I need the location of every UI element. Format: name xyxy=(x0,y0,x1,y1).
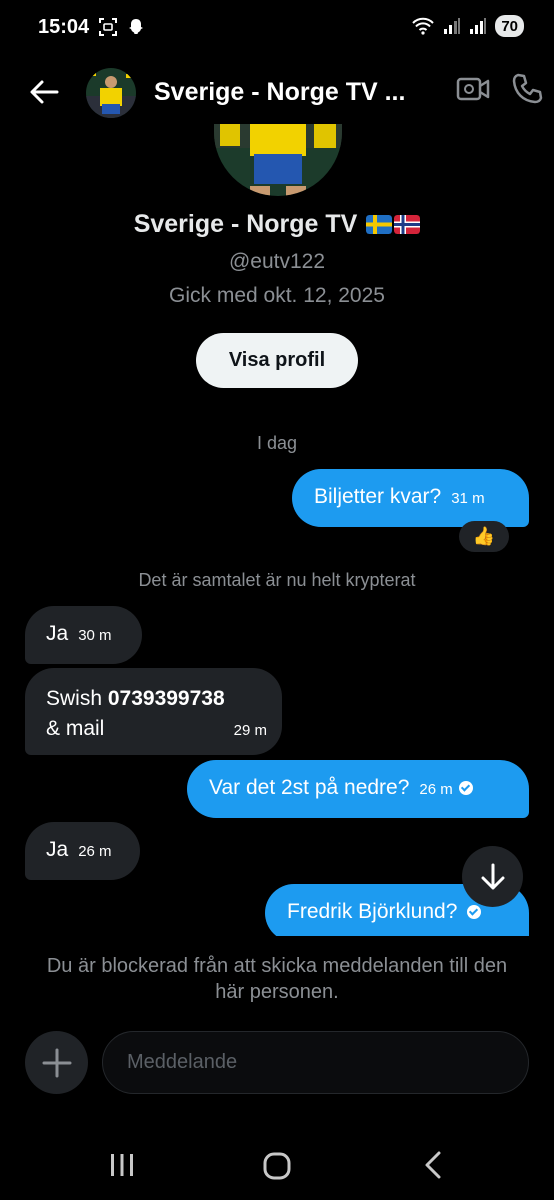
voice-call-button[interactable] xyxy=(510,72,544,111)
message-text: Fredrik Björklund? xyxy=(287,900,458,923)
snapchat-icon xyxy=(129,19,143,34)
battery-level: 70 xyxy=(501,17,518,35)
arrow-down-icon xyxy=(481,863,504,889)
message-time: 26 m xyxy=(78,843,112,860)
screenshot-icon xyxy=(99,18,117,36)
wifi-icon xyxy=(412,17,435,35)
back-button[interactable] xyxy=(26,74,62,110)
home-icon xyxy=(263,1152,291,1180)
back-arrow-icon xyxy=(30,80,59,104)
scroll-to-bottom-button[interactable] xyxy=(462,846,523,907)
signal-icon-2 xyxy=(470,18,487,34)
message-bubble-outgoing[interactable]: Var det 2st på nedre? 26 m xyxy=(187,760,529,818)
message-text: Ja xyxy=(46,622,69,645)
header-title[interactable]: Sverige - Norge TV ... xyxy=(154,78,424,107)
sweden-flag-icon xyxy=(366,215,393,234)
phone-number: 0739399738 xyxy=(107,687,225,710)
reaction-badge[interactable]: 👍 xyxy=(459,521,509,552)
battery-indicator: 70 xyxy=(495,15,524,37)
message-text-line2: & mail xyxy=(46,717,105,740)
encryption-notice: Det är samtalet är nu helt krypterat xyxy=(138,570,416,590)
profile-name: Sverige - Norge TV xyxy=(0,210,554,239)
message-time: 26 m xyxy=(419,781,453,798)
video-icon xyxy=(456,77,490,101)
phone-icon xyxy=(512,73,543,104)
profile-handle: @eutv122 xyxy=(228,250,326,273)
status-time: 15:04 xyxy=(38,16,90,38)
message-text: Var det 2st på nedre? xyxy=(209,776,410,799)
recents-icon xyxy=(111,1154,133,1176)
message-text: Biljetter kvar? xyxy=(314,485,442,508)
recents-button[interactable] xyxy=(108,1152,136,1183)
message-bubble-incoming[interactable]: Ja 30 m xyxy=(25,606,142,664)
message-bubble-outgoing[interactable]: Biljetter kvar? 31 m xyxy=(292,469,529,527)
message-text: Ja xyxy=(46,838,69,861)
message-bubble-incoming[interactable]: Ja 26 m xyxy=(25,822,140,880)
home-button[interactable] xyxy=(262,1151,292,1186)
blocked-notice: Du är blockerad från att skicka meddelan… xyxy=(46,955,508,1003)
message-time: 29 m xyxy=(233,722,267,739)
signal-icon xyxy=(444,18,461,34)
norway-flag-icon xyxy=(394,215,421,234)
nav-back-icon xyxy=(425,1151,441,1179)
plus-icon xyxy=(42,1048,71,1077)
message-time: 31 m xyxy=(451,490,485,507)
system-nav-bar xyxy=(0,1130,554,1200)
nav-back-button[interactable] xyxy=(422,1150,444,1185)
date-divider: I dag xyxy=(256,433,298,453)
view-profile-button[interactable]: Visa profil xyxy=(196,333,358,388)
thumbs-up-icon: 👍 xyxy=(472,526,496,546)
add-attachment-button[interactable] xyxy=(25,1031,88,1094)
header-avatar[interactable] xyxy=(86,68,136,118)
message-text: Swish xyxy=(46,687,108,710)
message-time: 30 m xyxy=(78,627,112,644)
read-check-icon xyxy=(458,781,473,795)
chat-header: Sverige - Norge TV ... xyxy=(0,60,554,124)
profile-joined-date: Gick med okt. 12, 2025 xyxy=(169,284,385,307)
profile-name-text: Sverige - Norge TV xyxy=(133,210,358,238)
message-input[interactable] xyxy=(102,1031,529,1094)
status-bar: 15:04 70 xyxy=(0,0,554,54)
message-bubble-incoming[interactable]: Swish 0739399738 & mail 29 m xyxy=(25,668,282,755)
read-check-icon xyxy=(467,905,482,919)
video-call-button[interactable] xyxy=(456,74,490,109)
